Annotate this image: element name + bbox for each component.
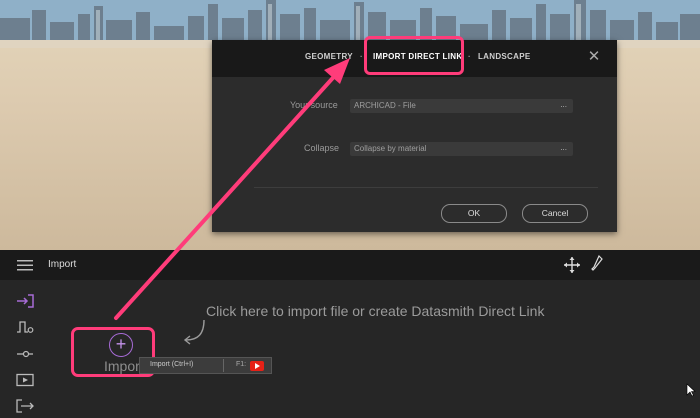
tooltip-text: Import (Ctrl+I) (150, 361, 194, 368)
dialog-tab-bar: GEOMETRY · IMPORT DIRECT LINK · LANDSCAP… (212, 36, 617, 77)
tab-geometry[interactable]: GEOMETRY (305, 52, 353, 61)
source-label: Your source (290, 100, 338, 110)
import-dialog: GEOMETRY · IMPORT DIRECT LINK · LANDSCAP… (212, 36, 617, 232)
import-button-label[interactable]: Import (104, 358, 144, 374)
import-icon[interactable] (16, 294, 34, 308)
collapse-browse-button[interactable]: ... (560, 143, 567, 152)
source-select[interactable]: ARCHICAD - File ... (350, 99, 573, 113)
curved-arrow-icon (183, 319, 205, 345)
plus-circle-icon[interactable]: + (109, 333, 133, 357)
move-icon[interactable] (563, 256, 581, 274)
import-tooltip: Import (Ctrl+I) F1: (139, 357, 272, 374)
tab-landscape[interactable]: LANDSCAPE (478, 52, 530, 61)
tab-separator: · (360, 52, 363, 61)
tab-highlight-box (364, 36, 464, 75)
youtube-icon[interactable] (250, 361, 264, 371)
tab-separator: · (468, 52, 471, 61)
hamburger-icon[interactable] (17, 259, 33, 271)
collapse-label: Collapse (304, 143, 340, 153)
video-icon[interactable] (16, 373, 34, 387)
waveform-icon[interactable] (16, 320, 34, 334)
dialog-divider (254, 187, 598, 188)
ok-button[interactable]: OK (441, 204, 507, 223)
import-hint-text: Click here to import file or create Data… (206, 303, 545, 319)
source-value: ARCHICAD - File (354, 101, 416, 110)
source-browse-button[interactable]: ... (560, 100, 567, 109)
eyedropper-icon[interactable] (591, 255, 603, 273)
slider-icon[interactable] (16, 347, 34, 361)
collapse-value: Collapse by material (354, 144, 427, 153)
tooltip-separator (223, 359, 224, 372)
cursor-icon (686, 383, 696, 397)
close-icon[interactable]: ✕ (586, 49, 602, 65)
import-toolbar: Import (0, 250, 700, 280)
export-icon[interactable] (16, 399, 34, 413)
cancel-button[interactable]: Cancel (522, 204, 588, 223)
tooltip-shortcut: F1: (236, 361, 247, 368)
collapse-select[interactable]: Collapse by material ... (350, 142, 573, 156)
toolbar-title: Import (48, 259, 77, 270)
